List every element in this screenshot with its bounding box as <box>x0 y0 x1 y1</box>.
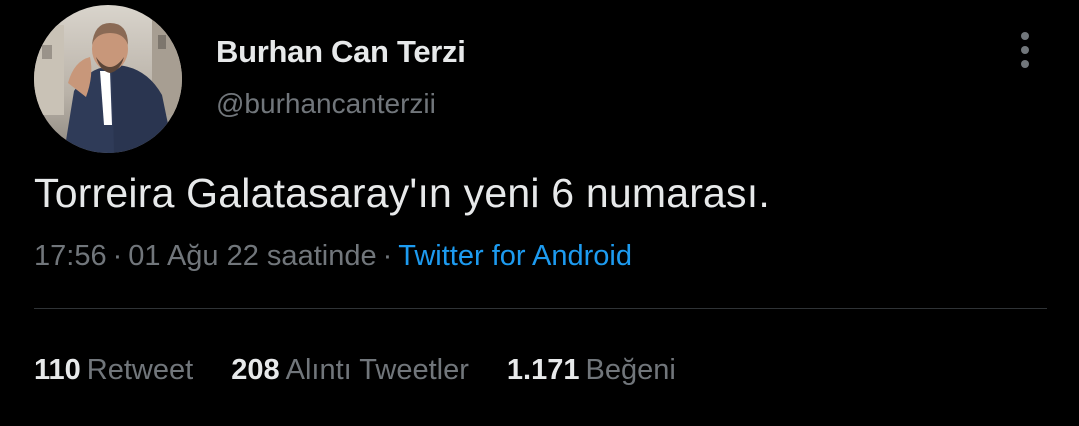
quote-tweets-label: Alıntı Tweetler <box>285 354 469 386</box>
retweets-label: Retweet <box>86 354 194 386</box>
more-options-button[interactable] <box>1010 28 1040 70</box>
tweet-time[interactable]: 17:56 <box>34 240 107 272</box>
author-info: Burhan Can Terzi @burhancanterzii <box>216 30 466 124</box>
author-handle[interactable]: @burhancanterzii <box>216 84 466 124</box>
likes-stat[interactable]: 1.171 Beğeni <box>507 350 676 390</box>
avatar[interactable] <box>34 5 182 153</box>
profile-photo-icon <box>34 5 182 153</box>
likes-label: Beğeni <box>585 354 676 386</box>
meta-separator: · <box>112 240 123 272</box>
tweet-source-link[interactable]: Twitter for Android <box>398 240 632 272</box>
quote-tweets-count: 208 <box>231 354 280 386</box>
quote-tweets-stat[interactable]: 208 Alıntı Tweetler <box>231 350 469 390</box>
more-vertical-icon <box>1021 32 1029 40</box>
tweet-stats: 110 Retweet 208 Alıntı Tweetler 1.171 Beğen… <box>34 350 706 390</box>
meta-separator: · <box>382 240 393 272</box>
tweet-text: Torreira Galatasaray'ın yeni 6 numarası. <box>34 170 770 216</box>
retweets-stat[interactable]: 110 Retweet <box>34 350 193 390</box>
retweets-count: 110 <box>34 354 81 386</box>
likes-count: 1.171 <box>506 354 580 386</box>
tweet-meta: 17:56 · 01 Ağu 22 saatinde · Twitter for And… <box>34 236 632 276</box>
tweet-detail: Burhan Can Terzi @burhancanterzii Torrei… <box>0 0 1079 426</box>
author-display-name[interactable]: Burhan Can Terzi <box>216 30 466 74</box>
divider <box>34 308 1047 309</box>
tweet-date[interactable]: 01 Ağu 22 saatinde <box>128 240 376 272</box>
